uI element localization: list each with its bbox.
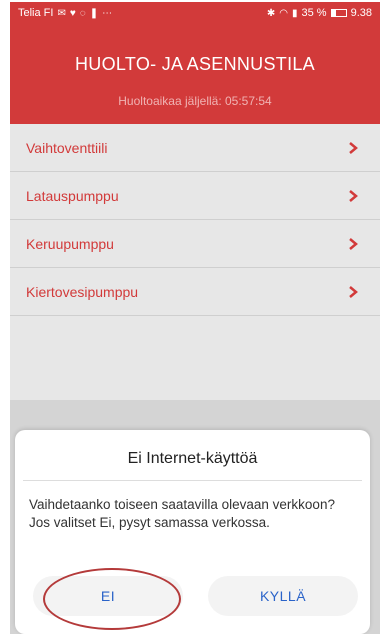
menu-item-kiertovesipumppu[interactable]: Kiertovesipumppu bbox=[10, 268, 380, 316]
dialog-message: Vaihdetaanko toiseen saatavilla olevaan … bbox=[29, 497, 335, 530]
app-header: HUOLTO- JA ASENNUSTILA Huoltoaikaa jälje… bbox=[10, 24, 380, 124]
bluetooth-icon: ✱ bbox=[266, 7, 276, 19]
status-bar: Telia FI ✉ ♥ ◌ ❚ ⋯ ✱ ◠ ▮ 35 % 9.38 bbox=[10, 2, 380, 24]
signal-icon: ▮ bbox=[291, 7, 298, 19]
dialog-divider bbox=[23, 480, 362, 481]
battery-fill bbox=[331, 10, 337, 16]
menu-item-label: Kiertovesipumppu bbox=[26, 283, 139, 300]
no-button[interactable]: EI bbox=[33, 576, 183, 616]
phone-screen: Telia FI ✉ ♥ ◌ ❚ ⋯ ✱ ◠ ▮ 35 % 9.38 HUOLT… bbox=[10, 2, 380, 634]
component-menu: Vaihtoventtiili Latauspumppu Keruupumppu… bbox=[10, 124, 380, 316]
menu-item-label: Vaihtoventtiili bbox=[26, 139, 108, 156]
chevron-right-icon bbox=[349, 189, 358, 202]
mail-icon: ✉ bbox=[57, 7, 66, 19]
clock: 9.38 bbox=[350, 7, 372, 19]
menu-item-label: Latauspumppu bbox=[26, 187, 119, 204]
yes-button[interactable]: KYLLÄ bbox=[208, 576, 358, 616]
service-time-remaining: Huoltoaikaa jäljellä: 05:57:54 bbox=[118, 94, 272, 108]
status-left: Telia FI ✉ ♥ ◌ ❚ ⋯ bbox=[18, 7, 112, 19]
no-internet-dialog: Ei Internet-käyttöä Vaihdetaanko toiseen… bbox=[15, 430, 370, 634]
menu-item-label: Keruupumppu bbox=[26, 235, 114, 252]
menu-item-latauspumppu[interactable]: Latauspumppu bbox=[10, 172, 380, 220]
dialog-title: Ei Internet-käyttöä bbox=[127, 450, 258, 467]
battery-icon bbox=[330, 9, 347, 17]
chevron-right-icon bbox=[349, 141, 358, 154]
wifi-icon: ◠ bbox=[279, 7, 288, 19]
notification-icon: ❚ bbox=[89, 7, 99, 19]
carrier-label: Telia FI bbox=[18, 7, 54, 19]
more-notifications-icon: ⋯ bbox=[102, 7, 113, 19]
chevron-right-icon bbox=[349, 237, 358, 250]
menu-item-vaihtoventtiili[interactable]: Vaihtoventtiili bbox=[10, 124, 380, 172]
page-title: HUOLTO- JA ASENNUSTILA bbox=[75, 54, 315, 74]
chevron-right-icon bbox=[349, 285, 358, 298]
chat-icon: ◌ bbox=[79, 7, 86, 19]
battery-percent: 35 % bbox=[301, 7, 327, 19]
menu-item-keruupumppu[interactable]: Keruupumppu bbox=[10, 220, 380, 268]
status-right: ✱ ◠ ▮ 35 % 9.38 bbox=[267, 7, 372, 19]
heart-icon: ♥ bbox=[69, 7, 76, 19]
